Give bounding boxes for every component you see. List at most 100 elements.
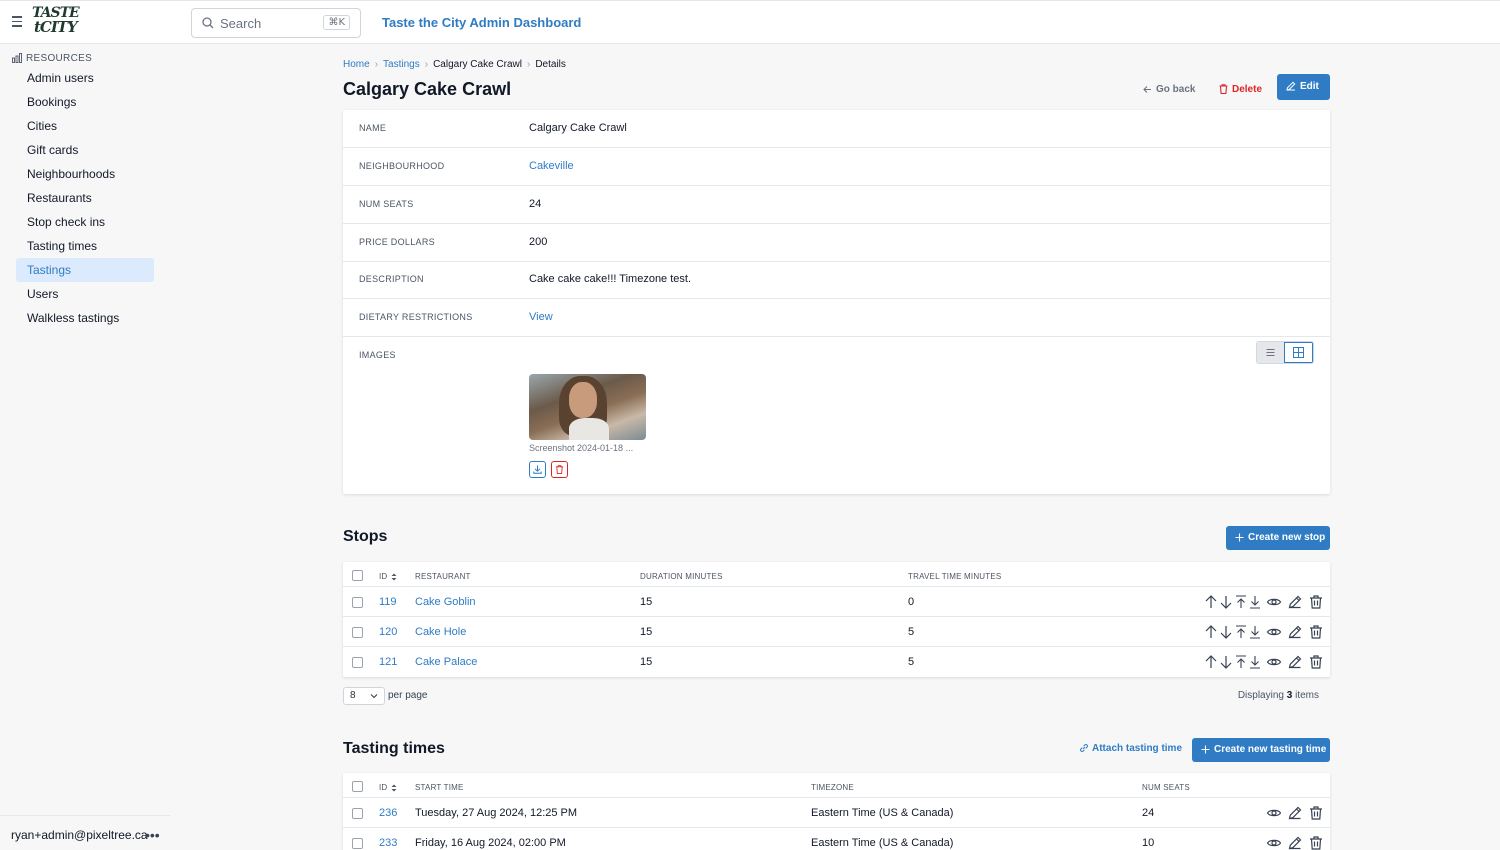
select-all-checkbox[interactable] — [352, 781, 363, 792]
move-down-icon[interactable] — [1218, 624, 1234, 640]
search-shortcut: ⌘K — [323, 15, 350, 30]
row-checkbox[interactable] — [352, 808, 363, 819]
view-icon[interactable] — [1266, 835, 1282, 850]
create-new-stop-button[interactable]: Create new stop — [1226, 526, 1330, 550]
delete-image-button[interactable] — [551, 461, 568, 478]
breadcrumb: Home › Tastings › Calgary Cake Crawl › Details — [343, 59, 566, 70]
view-icon[interactable] — [1266, 594, 1282, 610]
breadcrumb-separator: › — [374, 59, 379, 70]
duration-cell: 15 — [640, 596, 653, 608]
sidebar-item-bookings[interactable]: Bookings — [16, 90, 154, 114]
field-description: DESCRIPTION Cake cake cake!!! Timezone t… — [343, 261, 1330, 299]
search-input[interactable] — [220, 14, 316, 32]
logo[interactable]: TASTE tCITY — [32, 6, 80, 38]
sidebar-item-neighbourhoods[interactable]: Neighbourhoods — [16, 162, 154, 186]
column-header-id[interactable]: ID — [379, 783, 397, 792]
move-up-icon[interactable] — [1203, 654, 1219, 670]
neighbourhood-link[interactable]: Cakeville — [529, 160, 574, 172]
edit-button[interactable]: Edit — [1277, 74, 1330, 100]
field-label: NAME — [359, 123, 387, 133]
sidebar-item-admin-users[interactable]: Admin users — [16, 66, 154, 90]
field-value: Cake cake cake!!! Timezone test. — [529, 273, 692, 285]
row-checkbox[interactable] — [352, 597, 363, 608]
move-up-icon[interactable] — [1203, 624, 1219, 640]
sidebar-item-gift-cards[interactable]: Gift cards — [16, 138, 154, 162]
sidebar-item-stop-check-ins[interactable]: Stop check ins — [16, 210, 154, 234]
restaurant-link[interactable]: Cake Hole — [415, 626, 466, 638]
more-options-icon[interactable]: ••• — [145, 816, 160, 850]
user-menu[interactable]: ryan+admin@pixeltree.ca ••• — [0, 815, 170, 850]
dietary-restrictions-view-link[interactable]: View — [529, 311, 553, 323]
image-view-toggle — [1256, 341, 1314, 364]
num-seats-cell: 10 — [1142, 837, 1155, 849]
move-up-icon[interactable] — [1203, 594, 1219, 610]
field-neighbourhood: NEIGHBOURHOOD Cakeville — [343, 148, 1330, 186]
breadcrumb-record[interactable]: Calgary Cake Crawl — [433, 59, 522, 70]
menu-icon[interactable] — [12, 16, 26, 28]
delete-icon[interactable] — [1308, 624, 1324, 640]
grid-view-button[interactable] — [1284, 342, 1313, 363]
stop-id-link[interactable]: 119 — [379, 596, 397, 608]
download-image-button[interactable] — [529, 461, 546, 478]
breadcrumb-home[interactable]: Home — [343, 59, 370, 70]
row-checkbox[interactable] — [352, 657, 363, 668]
plus-icon — [1201, 745, 1210, 754]
sort-icon — [391, 573, 397, 581]
sidebar-item-tastings[interactable]: Tastings — [16, 258, 154, 282]
edit-icon[interactable] — [1287, 835, 1303, 850]
restaurant-link[interactable]: Cake Goblin — [415, 596, 476, 608]
row-checkbox[interactable] — [352, 838, 363, 849]
tasting-time-id-link[interactable]: 233 — [379, 837, 397, 849]
sidebar-item-cities[interactable]: Cities — [16, 114, 154, 138]
go-back-button[interactable]: Go back — [1143, 78, 1195, 102]
field-value: 24 — [529, 198, 542, 210]
field-dietary-restrictions: DIETARY RESTRICTIONS View — [343, 299, 1330, 337]
delete-button[interactable]: Delete — [1219, 78, 1262, 102]
edit-icon[interactable] — [1287, 624, 1303, 640]
tasting-times-heading: Tasting times — [343, 740, 445, 757]
image-caption: Screenshot 2024-01-18 ... — [529, 443, 634, 453]
move-to-bottom-icon[interactable] — [1247, 624, 1263, 640]
edit-icon[interactable] — [1287, 594, 1303, 610]
field-value: 200 — [529, 236, 548, 248]
move-to-bottom-icon[interactable] — [1247, 594, 1263, 610]
resources-heading: RESOURCES — [12, 53, 92, 64]
restaurant-link[interactable]: Cake Palace — [415, 656, 477, 668]
breadcrumb-tastings[interactable]: Tastings — [383, 59, 420, 70]
column-header-id[interactable]: ID — [379, 572, 397, 581]
view-icon[interactable] — [1266, 624, 1282, 640]
attach-tasting-time-link[interactable]: Attach tasting time — [1079, 743, 1182, 754]
field-label: DIETARY RESTRICTIONS — [359, 312, 473, 322]
sidebar-nav: Admin users Bookings Cities Gift cards N… — [16, 66, 154, 330]
tasting-time-id-link[interactable]: 236 — [379, 807, 397, 819]
plus-icon — [1235, 533, 1244, 542]
sidebar-item-walkless-tastings[interactable]: Walkless tastings — [16, 306, 154, 330]
list-view-button[interactable] — [1257, 342, 1284, 363]
app-title-link[interactable]: Taste the City Admin Dashboard — [382, 15, 581, 30]
per-page-select[interactable]: 8 — [343, 687, 385, 705]
row-checkbox[interactable] — [352, 627, 363, 638]
delete-icon[interactable] — [1308, 594, 1324, 610]
search-box[interactable]: ⌘K — [191, 8, 361, 38]
view-icon[interactable] — [1266, 654, 1282, 670]
stop-id-link[interactable]: 120 — [379, 626, 397, 638]
field-num-seats: NUM SEATS 24 — [343, 186, 1330, 224]
sidebar-item-restaurants[interactable]: Restaurants — [16, 186, 154, 210]
delete-icon[interactable] — [1308, 835, 1324, 850]
delete-icon[interactable] — [1308, 654, 1324, 670]
column-header-start-time: START TIME — [415, 783, 464, 792]
select-all-checkbox[interactable] — [352, 570, 363, 581]
view-icon[interactable] — [1266, 805, 1282, 821]
displaying-count: Displaying 3 items — [1238, 690, 1319, 701]
sidebar-item-tasting-times[interactable]: Tasting times — [16, 234, 154, 258]
move-to-bottom-icon[interactable] — [1247, 654, 1263, 670]
create-new-tasting-time-button[interactable]: Create new tasting time — [1192, 738, 1330, 762]
move-down-icon[interactable] — [1218, 654, 1234, 670]
edit-icon[interactable] — [1287, 654, 1303, 670]
move-down-icon[interactable] — [1218, 594, 1234, 610]
edit-icon[interactable] — [1287, 805, 1303, 821]
image-thumbnail[interactable] — [529, 374, 646, 440]
stop-id-link[interactable]: 121 — [379, 656, 397, 668]
sidebar-item-users[interactable]: Users — [16, 282, 154, 306]
delete-icon[interactable] — [1308, 805, 1324, 821]
